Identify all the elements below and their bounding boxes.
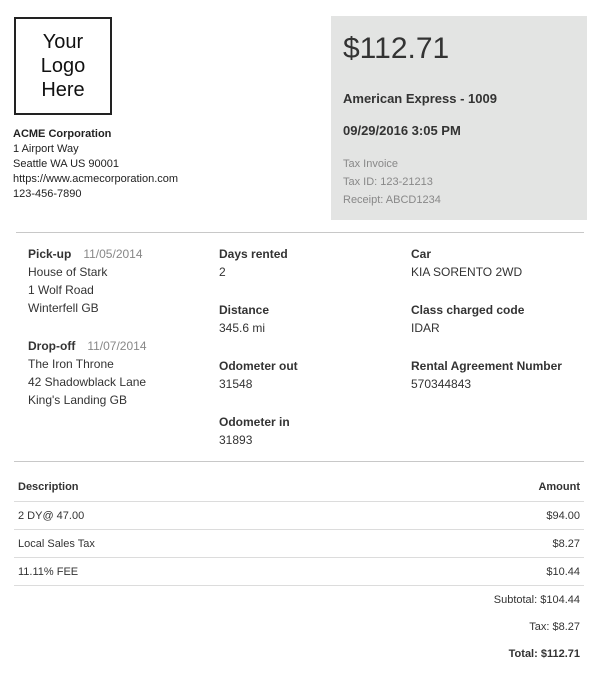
tax-id: Tax ID: 123-21213 <box>343 176 433 188</box>
item-amount: $8.27 <box>284 529 584 558</box>
table-row: 11.11% FEE $10.44 <box>14 557 584 586</box>
dropoff-date: 11/07/2014 <box>87 339 147 353</box>
pickup-line: 1 Wolf Road <box>28 283 94 297</box>
payment-summary-box: $112.71 American Express - 1009 09/29/20… <box>331 16 587 220</box>
company-website: https://www.acmecorporation.com <box>13 173 179 185</box>
amount-header: Amount <box>284 473 584 502</box>
item-description: Local Sales Tax <box>14 529 285 558</box>
description-header: Description <box>14 473 285 502</box>
distance-value: 345.6 mi <box>219 321 266 335</box>
odometer-in-label: Odometer in <box>219 415 290 429</box>
days-rented: Days rented 2 <box>219 245 399 281</box>
company-address-line1: 1 Airport Way <box>13 143 79 155</box>
rental-agreement: Rental Agreement Number 570344843 <box>411 357 591 393</box>
company-address-line2: Seattle WA US 90001 <box>13 158 119 170</box>
invoice-meta: Tax Invoice Tax ID: 123-21213 Receipt: A… <box>343 155 441 209</box>
rental-metrics: Days rented 2 Distance 345.6 mi Odometer… <box>219 245 399 469</box>
dropoff-line: The Iron Throne <box>28 357 114 371</box>
item-amount: $10.44 <box>284 557 584 586</box>
pickup-line: House of Stark <box>28 265 108 279</box>
logo-text: Your Logo Here <box>40 31 86 101</box>
dropoff-label: Drop-off <box>28 339 76 353</box>
subtotal-row: Subtotal: $104.44 <box>14 586 584 614</box>
car-label: Car <box>411 247 432 261</box>
divider <box>14 461 584 462</box>
rental-locations: Pick-up 11/05/2014 House of Stark 1 Wolf … <box>28 245 208 429</box>
logo-placeholder: Your Logo Here <box>14 17 112 115</box>
car-value: KIA SORENTO 2WD <box>411 265 523 279</box>
class-code: Class charged code IDAR <box>411 301 591 337</box>
dropoff-section: Drop-off 11/07/2014 The Iron Throne 42 Sh… <box>28 337 208 409</box>
rental-agreement-value: 570344843 <box>411 377 472 391</box>
company-phone: 123-456-7890 <box>13 188 82 200</box>
rental-agreement-label: Rental Agreement Number <box>411 359 562 373</box>
table-header-row: Description Amount <box>14 473 584 502</box>
company-info: ACME Corporation 1 Airport Way Seattle W… <box>13 127 178 202</box>
item-description: 11.11% FEE <box>14 557 285 586</box>
line-items-table: Description Amount 2 DY@ 47.00 $94.00 Lo… <box>14 473 584 667</box>
car: Car KIA SORENTO 2WD <box>411 245 591 281</box>
odometer-in-value: 31893 <box>219 433 253 447</box>
pickup-section: Pick-up 11/05/2014 House of Stark 1 Wolf … <box>28 245 208 317</box>
class-code-value: IDAR <box>411 321 440 335</box>
vehicle-details: Car KIA SORENTO 2WD Class charged code I… <box>411 245 591 413</box>
receipt-number: Receipt: ABCD1234 <box>343 194 441 206</box>
item-amount: $94.00 <box>284 501 584 530</box>
distance-label: Distance <box>219 303 270 317</box>
grand-total: Total: $112.71 <box>508 647 580 660</box>
odometer-out: Odometer out 31548 <box>219 357 399 393</box>
odometer-out-label: Odometer out <box>219 359 298 373</box>
total-row: Total: $112.71 <box>14 640 584 667</box>
pickup-date: 11/05/2014 <box>83 247 143 261</box>
document-type: Tax Invoice <box>343 158 399 170</box>
odometer-in: Odometer in 31893 <box>219 413 399 449</box>
total-amount: $112.71 <box>343 32 450 65</box>
days-rented-value: 2 <box>219 265 226 279</box>
dropoff-line: 42 Shadowblack Lane <box>28 375 147 389</box>
table-row: 2 DY@ 47.00 $94.00 <box>14 501 584 530</box>
company-name: ACME Corporation <box>13 128 112 140</box>
divider <box>16 232 584 233</box>
table-row: Local Sales Tax $8.27 <box>14 529 584 558</box>
payment-datetime: 09/29/2016 3:05 PM <box>343 123 461 138</box>
subtotal: Subtotal: $104.44 <box>493 593 580 606</box>
tax-row: Tax: $8.27 <box>14 613 584 640</box>
odometer-out-value: 31548 <box>219 377 253 391</box>
days-rented-label: Days rented <box>219 247 288 261</box>
dropoff-line: King's Landing GB <box>28 393 128 407</box>
pickup-line: Winterfell GB <box>28 301 99 315</box>
payment-card: American Express - 1009 <box>343 91 497 106</box>
item-description: 2 DY@ 47.00 <box>14 501 285 530</box>
class-code-label: Class charged code <box>411 303 525 317</box>
pickup-label: Pick-up <box>28 247 72 261</box>
distance: Distance 345.6 mi <box>219 301 399 337</box>
tax: Tax: $8.27 <box>529 620 580 633</box>
